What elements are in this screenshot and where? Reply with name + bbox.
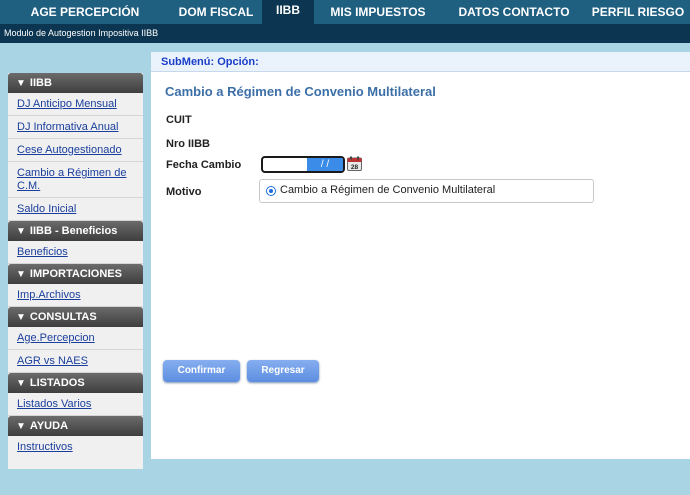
sidebar-item-cese[interactable]: Cese Autogestionado <box>8 139 143 162</box>
tab-dom-fiscal[interactable]: DOM FISCAL <box>170 0 262 24</box>
section-listados-header[interactable]: ▼ LISTADOS <box>8 373 143 393</box>
section-consultas-header[interactable]: ▼ CONSULTAS <box>8 307 143 327</box>
section-beneficios-header[interactable]: ▼ IIBB - Beneficios <box>8 221 143 241</box>
sidebar-item-saldo-inicial[interactable]: Saldo Inicial <box>8 198 143 221</box>
fecha-cambio-input[interactable]: / / <box>261 156 345 173</box>
tab-datos-contacto[interactable]: DATOS CONTACTO <box>442 0 586 24</box>
top-nav: AGE PERCEPCIÓN DOM FISCAL IIBB MIS IMPUE… <box>0 0 690 24</box>
sidebar: ▼ IIBB DJ Anticipo Mensual DJ Informativa… <box>8 73 143 469</box>
section-iibb-header[interactable]: ▼ IIBB <box>8 73 143 93</box>
nro-iibb-label: Nro IIBB <box>166 138 210 150</box>
collapse-arrow-icon: ▼ <box>16 312 26 323</box>
motivo-radio[interactable] <box>266 186 276 196</box>
collapse-arrow-icon: ▼ <box>16 269 26 280</box>
sidebar-item-agr-naes[interactable]: AGR vs NAES <box>8 350 143 373</box>
confirm-button[interactable]: Confirmar <box>163 360 240 382</box>
tab-mis-impuestos[interactable]: MIS IMPUESTOS <box>314 0 442 24</box>
reset-button[interactable]: Regresar <box>247 360 319 382</box>
sidebar-item-dj-anticipo[interactable]: DJ Anticipo Mensual <box>8 93 143 116</box>
main-panel: SubMenú: Opción: Cambio a Régimen de Con… <box>151 52 690 459</box>
sidebar-item-imp-archivos[interactable]: Imp.Archivos <box>8 284 143 307</box>
sidebar-item-age-percepcion[interactable]: Age.Percepcion <box>8 327 143 350</box>
collapse-arrow-icon: ▼ <box>16 378 26 389</box>
sidebar-item-instructivos[interactable]: Instructivos <box>8 436 143 458</box>
calendar-icon[interactable]: 28 <box>347 156 362 171</box>
date-value: / / <box>307 158 343 171</box>
section-importaciones-header[interactable]: ▼ IMPORTACIONES <box>8 264 143 284</box>
section-ayuda-header[interactable]: ▼ AYUDA <box>8 416 143 436</box>
svg-text:28: 28 <box>351 164 359 171</box>
motivo-field: Cambio a Régimen de Convenio Multilatera… <box>259 179 594 203</box>
page-title: Cambio a Régimen de Convenio Multilatera… <box>165 84 436 99</box>
motivo-label: Motivo <box>166 186 202 198</box>
sidebar-item-cambio-regimen[interactable]: Cambio a Régimen de C.M. <box>8 162 143 198</box>
sidebar-item-listados-varios[interactable]: Listados Varios <box>8 393 143 416</box>
sidebar-item-beneficios[interactable]: Beneficios <box>8 241 143 264</box>
fecha-cambio-label: Fecha Cambio <box>166 159 242 171</box>
tab-iibb[interactable]: IIBB <box>262 0 314 24</box>
cuit-label: CUIT <box>166 114 192 126</box>
sidebar-item-dj-informativa[interactable]: DJ Informativa Anual <box>8 116 143 139</box>
collapse-arrow-icon: ▼ <box>16 226 26 237</box>
tab-age-percepcion[interactable]: AGE PERCEPCIÓN <box>0 0 170 24</box>
tab-perfil-riesgo[interactable]: PERFIL RIESGO <box>586 0 690 24</box>
submenu-bar: SubMenú: Opción: <box>151 52 690 72</box>
collapse-arrow-icon: ▼ <box>16 78 26 89</box>
collapse-arrow-icon: ▼ <box>16 421 26 432</box>
module-subtitle: Modulo de Autogestion Impositiva IIBB <box>0 24 690 43</box>
motivo-option-label: Cambio a Régimen de Convenio Multilatera… <box>280 184 496 196</box>
